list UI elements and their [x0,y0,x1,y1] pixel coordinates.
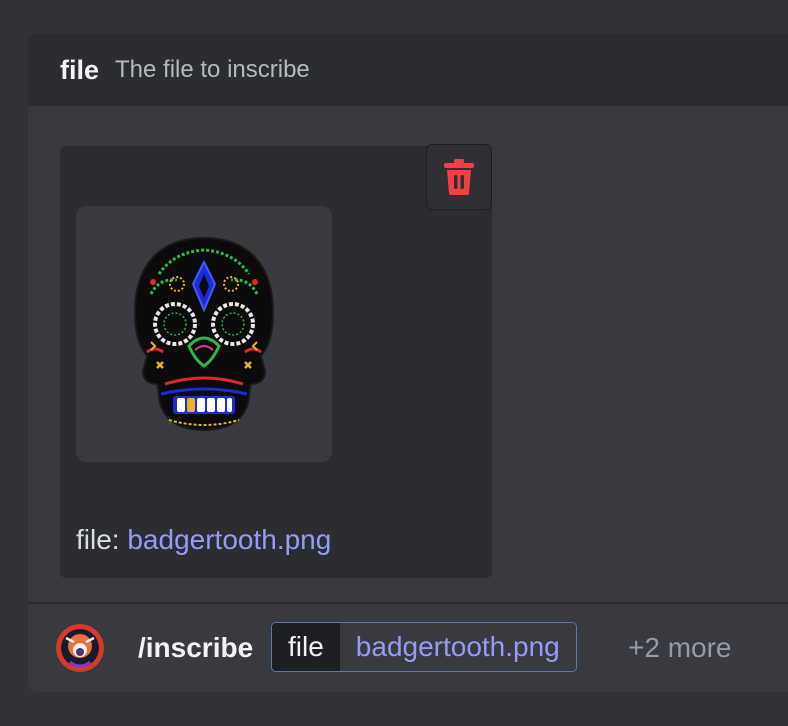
bot-avatar[interactable] [56,624,104,672]
option-panel: file The file to inscribe file: badgerto… [28,34,788,692]
sugar-skull-image [133,236,275,432]
delete-attachment-button[interactable] [426,144,492,210]
option-name: file [60,54,100,85]
attachment-thumbnail[interactable] [76,206,332,462]
command-name: /inscribe [138,632,254,663]
option-header: file The file to inscribe [28,34,788,106]
more-options[interactable]: +2 more [628,632,732,664]
attachment-card: file: badgertooth.png [60,144,492,578]
option-description: The file to inscribe [115,56,310,83]
trash-icon [444,159,474,195]
chip-value: badgertooth.png [339,623,576,671]
avatar-image [56,624,104,672]
attachment-caption: file: badgertooth.png [76,524,331,556]
chip-key: file [272,623,340,671]
attachment-filename[interactable]: badgertooth.png [127,524,331,555]
option-chip-file[interactable]: file badgertooth.png [271,622,577,672]
command-bar: /inscribe file badgertooth.png +2 more [28,604,788,692]
caption-label: file: [76,524,120,555]
